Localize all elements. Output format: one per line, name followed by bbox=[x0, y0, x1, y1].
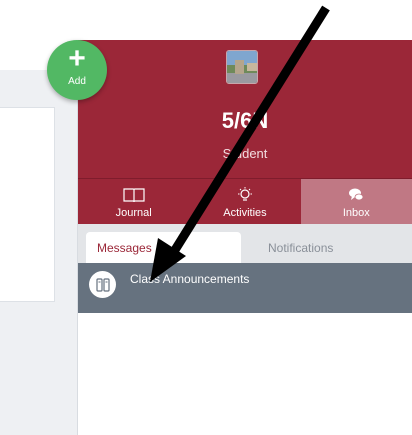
plus-icon: + bbox=[68, 42, 86, 75]
nav-activities-label: Activities bbox=[223, 206, 267, 219]
nav-activities[interactable]: Activities bbox=[189, 179, 300, 224]
tab-messages[interactable]: Messages bbox=[86, 232, 241, 263]
class-name: 5/6N bbox=[221, 108, 269, 133]
class-header: 5/6N Student bbox=[78, 40, 412, 178]
message-item[interactable]: Class Announcements bbox=[78, 263, 412, 313]
book-icon bbox=[123, 185, 145, 205]
tab-notifications[interactable]: Notifications bbox=[268, 232, 378, 263]
user-role: Student bbox=[222, 146, 268, 161]
lightbulb-icon bbox=[236, 185, 254, 205]
side-card bbox=[0, 107, 55, 302]
inbox-tabs: Messages Notifications bbox=[78, 224, 412, 263]
add-button[interactable]: + Add bbox=[47, 40, 107, 100]
nav-inbox-label: Inbox bbox=[342, 206, 370, 219]
main-nav: Journal Activities Inbox bbox=[78, 178, 412, 224]
add-button-label: Add bbox=[68, 76, 86, 87]
nav-journal[interactable]: Journal bbox=[78, 179, 189, 224]
nav-inbox[interactable]: Inbox bbox=[300, 179, 412, 224]
class-avatar bbox=[226, 50, 258, 84]
book-icon bbox=[89, 271, 116, 298]
message-title: Class Announcements bbox=[130, 272, 250, 286]
nav-journal-label: Journal bbox=[115, 206, 152, 219]
chat-bubbles-icon bbox=[347, 185, 365, 205]
message-list-area bbox=[78, 313, 412, 435]
